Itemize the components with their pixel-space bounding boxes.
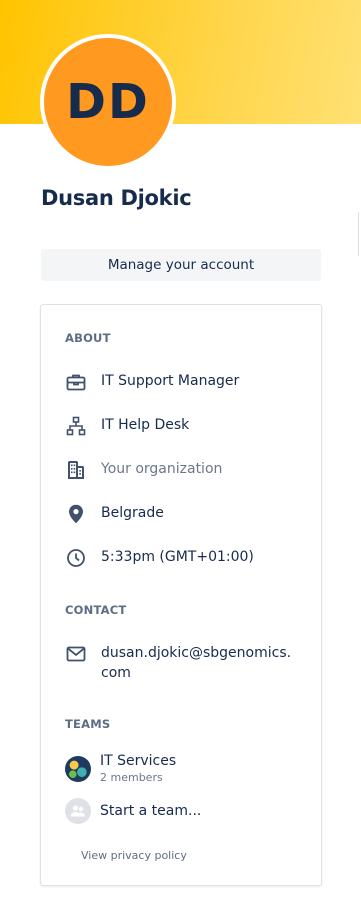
teams-section-title: TEAMS — [65, 717, 111, 731]
team-name: IT Services — [100, 753, 177, 769]
manage-account-button[interactable]: Manage your account — [41, 249, 321, 281]
profile-page: DD Dusan Djokic Manage your account ABOU… — [0, 0, 361, 906]
start-team-button[interactable]: Start a team... — [65, 798, 201, 824]
department: IT Help Desk — [101, 417, 190, 433]
profile-name: Dusan Djokic — [41, 186, 192, 210]
contact-section-title: CONTACT — [65, 603, 127, 617]
location-row: Belgrade — [65, 503, 305, 525]
divider — [358, 212, 359, 256]
location-pin-icon — [65, 503, 87, 525]
team-avatar — [65, 755, 91, 782]
local-time: 5:33pm (GMT+01:00) — [101, 549, 254, 565]
team-item[interactable]: IT Services 2 members — [65, 753, 176, 784]
team-members-count: 2 members — [100, 771, 163, 784]
job-title: IT Support Manager — [101, 373, 240, 389]
office-building-icon — [65, 459, 87, 481]
clock-icon — [65, 547, 87, 569]
start-team-label: Start a team... — [100, 803, 202, 819]
briefcase-icon — [65, 371, 87, 393]
email-row: dusan.djokic@sbgenomics.com — [65, 643, 305, 683]
avatar: DD — [44, 38, 172, 166]
email-icon — [65, 643, 87, 665]
organization-placeholder: Your organization — [101, 461, 223, 477]
job-title-row: IT Support Manager — [65, 371, 305, 393]
email-link[interactable]: dusan.djokic@sbgenomics.com — [101, 643, 297, 683]
location: Belgrade — [101, 505, 164, 521]
about-section-title: ABOUT — [65, 331, 111, 345]
people-icon — [65, 798, 91, 824]
local-time-row: 5:33pm (GMT+01:00) — [65, 547, 305, 569]
org-chart-icon — [65, 415, 87, 437]
organization-row[interactable]: Your organization — [65, 459, 305, 481]
profile-details-card: ABOUT IT Support Manager IT Help Desk Yo… — [40, 304, 322, 886]
department-row: IT Help Desk — [65, 415, 305, 437]
team-info: IT Services 2 members — [100, 753, 176, 784]
privacy-policy-link[interactable]: View privacy policy — [81, 849, 187, 862]
